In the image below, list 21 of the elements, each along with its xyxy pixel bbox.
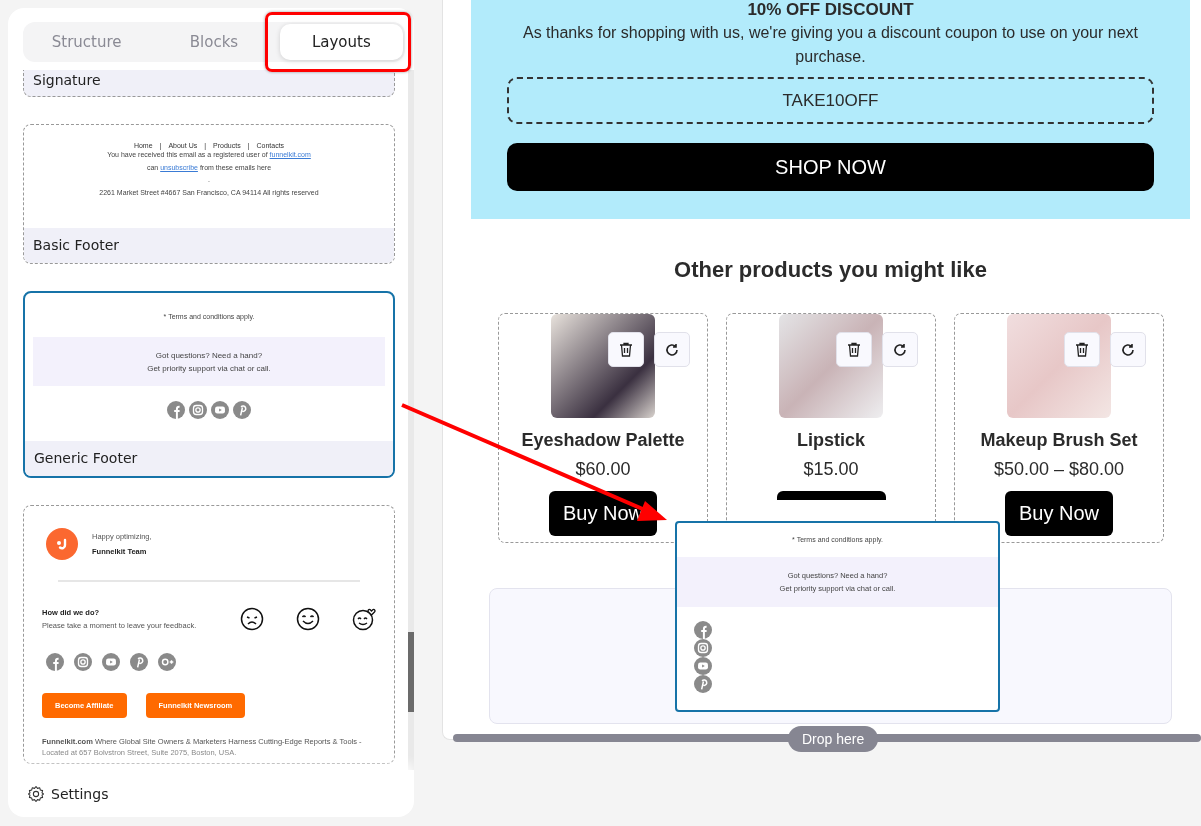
coupon-code: TAKE10OFF [507, 77, 1154, 124]
product-name: Lipstick [797, 430, 865, 451]
tab[interactable]: Layouts [279, 24, 403, 60]
product-name: Eyeshadow Palette [521, 430, 685, 451]
layout-card[interactable]: Signature [23, 70, 395, 97]
product-price: $15.00 [803, 459, 859, 480]
support-text: Get priority support via chat or call. [147, 363, 271, 373]
product-name: Makeup Brush Set [980, 430, 1138, 451]
layout-name: Signature [33, 73, 101, 87]
buy-now-button[interactable]: Buy Now [1005, 491, 1113, 536]
products-heading: Other products you might like [673, 257, 988, 283]
support-text: Got questions? Need a hand? [155, 350, 263, 360]
product-price: $60.00 [575, 459, 631, 480]
layout-name: Basic Footer [33, 237, 120, 253]
settings-button[interactable]: Settings [8, 770, 414, 817]
discount-text: As thanks for shopping with us, we're giving you a discount coupon to use on your next purchase. [522, 23, 1139, 67]
product-price: $50.00 – $80.00 [993, 459, 1125, 480]
layout-name: Generic Footer [34, 450, 138, 466]
drop-here-label: Drop here [788, 726, 879, 752]
discount-title: 10% OFF DISCOUNT [747, 1, 914, 19]
shop-now-button[interactable]: SHOP NOW [507, 143, 1154, 191]
